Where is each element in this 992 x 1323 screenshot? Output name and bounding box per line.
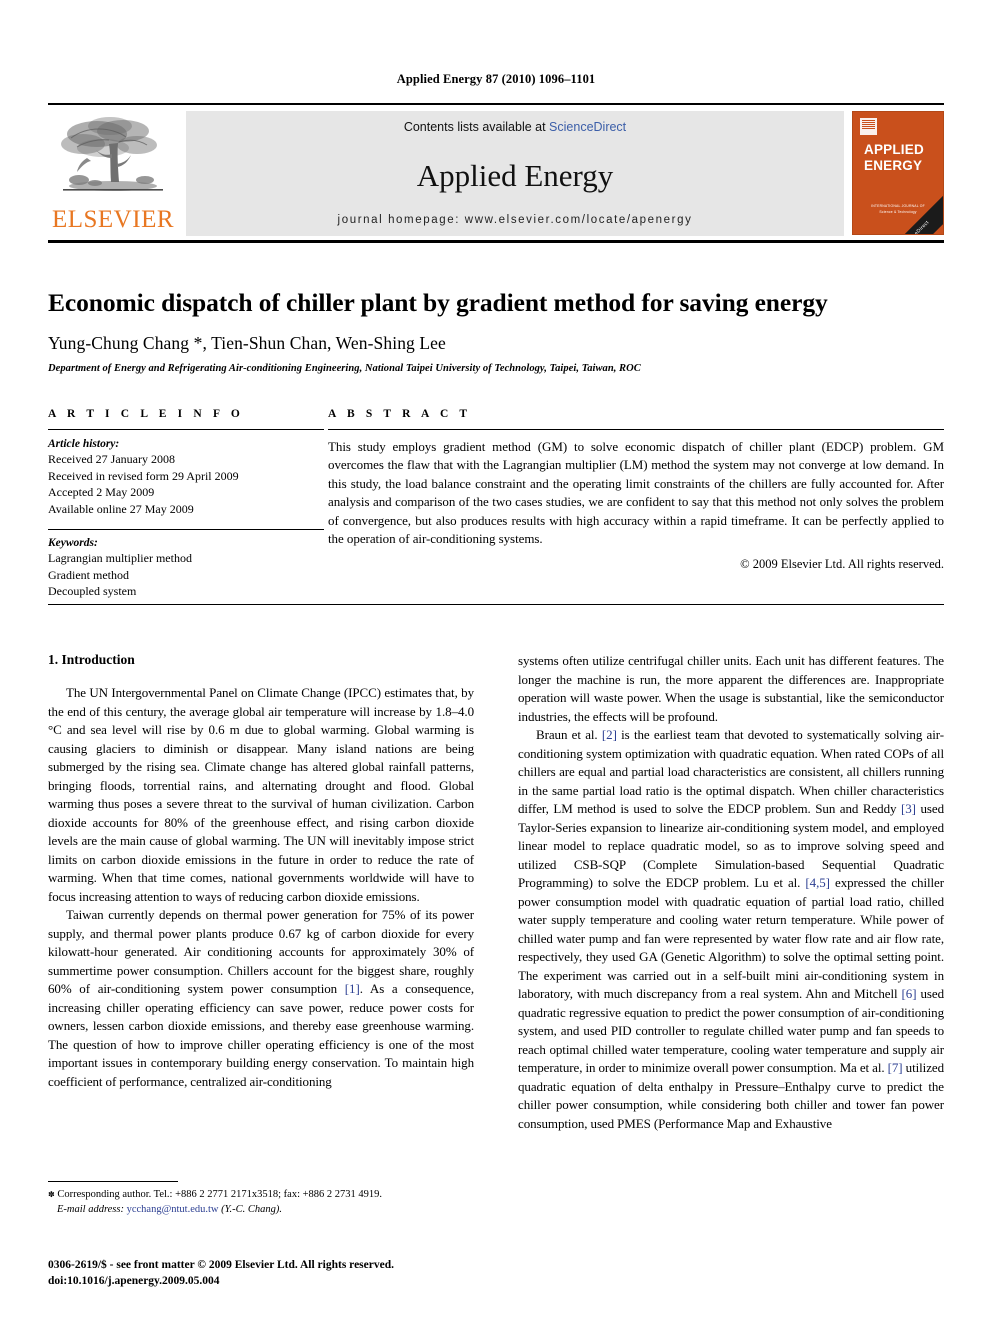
email-label: E-mail address:	[57, 1204, 127, 1216]
journal-homepage[interactable]: journal homepage: www.elsevier.com/locat…	[338, 214, 693, 226]
history-item: Received 27 January 2008	[48, 452, 175, 466]
contents-prefix: Contents lists available at	[403, 120, 550, 134]
elsevier-tree-icon	[61, 117, 163, 191]
paragraph: Braun et al. [2] is the earliest team th…	[518, 726, 944, 1133]
corresponding-author-note: ✽ Corresponding author. Tel.: +886 2 277…	[48, 1187, 474, 1202]
keyword-item: Decoupled system	[48, 584, 137, 599]
left-column: 1. Introduction The UN Intergovernmental…	[48, 652, 474, 1133]
history-item: Available online 27 May 2009	[48, 501, 194, 516]
history-item: Accepted 2 May 2009	[48, 485, 155, 500]
email-suffix: (Y.-C. Chang).	[218, 1204, 283, 1216]
divider	[48, 429, 324, 430]
citation-ref[interactable]: [2]	[602, 727, 617, 742]
citation-ref[interactable]: [6]	[902, 986, 917, 1001]
section-title-introduction: 1. Introduction	[48, 652, 135, 667]
abstract-copyright: © 2009 Elsevier Ltd. All rights reserved…	[740, 556, 944, 571]
paper-title: Economic dispatch of chiller plant by gr…	[48, 288, 828, 317]
issn-line: 0306-2619/$ - see front matter © 2009 El…	[48, 1259, 394, 1271]
history-item: Received in revised form 29 April 2009	[48, 468, 239, 483]
paragraph-part: Braun et al.	[536, 727, 602, 743]
cover-title-line1: APPLIED	[864, 142, 924, 157]
right-column: systems often utilize centrifugal chille…	[518, 652, 944, 1133]
citation-ref[interactable]: [4,5]	[805, 875, 830, 890]
journal-cover-thumbnail: APPLIED ENERGY INTERNATIONAL JOURNAL OF …	[852, 111, 944, 235]
email-link[interactable]: ycchang@ntut.edu.tw	[127, 1204, 219, 1215]
cover-title: APPLIED ENERGY	[864, 142, 924, 173]
paragraph: systems often utilize centrifugal chille…	[518, 653, 944, 724]
email-note: E-mail address: ycchang@ntut.edu.tw (Y.-…	[48, 1202, 474, 1217]
issn-doi-block: 0306-2619/$ - see front matter © 2009 El…	[48, 1258, 548, 1289]
paragraph: The UN Intergovernmental Panel on Climat…	[48, 685, 474, 904]
citation-ref[interactable]: [3]	[901, 801, 916, 816]
elsevier-logo-block: ELSEVIER	[48, 111, 178, 236]
doi-line[interactable]: doi:10.1016/j.apenergy.2009.05.004	[48, 1274, 548, 1290]
journal-cover-block: APPLIED ENERGY INTERNATIONAL JOURNAL OF …	[844, 111, 944, 236]
citation-ref[interactable]: [7]	[888, 1060, 903, 1075]
elsevier-wordmark: ELSEVIER	[51, 206, 175, 233]
contents-available-line: Contents lists available at ScienceDirec…	[404, 120, 626, 134]
corresponding-author-text: Corresponding author. Tel.: +886 2 2771 …	[57, 1189, 383, 1200]
cover-title-line2: ENERGY	[864, 157, 923, 173]
journal-masthead: ELSEVIER Contents lists available at Sci…	[48, 103, 944, 243]
article-history-label: Article history:	[48, 438, 120, 450]
keyword-item: Gradient method	[48, 567, 129, 582]
title-block: Economic dispatch of chiller plant by gr…	[48, 288, 944, 374]
article-info-column: A R T I C L E I N F O Article history: R…	[48, 408, 324, 600]
paper-page: Applied Energy 87 (2010) 1096–1101 ELSEV…	[0, 0, 992, 1323]
elsevier-mark-icon	[860, 118, 877, 135]
divider	[48, 529, 324, 531]
keyword-item: Lagrangian multiplier method	[48, 551, 192, 566]
affiliation: Department of Energy and Refrigerating A…	[48, 363, 641, 375]
info-abstract-row: A R T I C L E I N F O Article history: R…	[48, 408, 944, 600]
paragraph-part: . As a consequence, increasing chiller o…	[48, 981, 475, 1089]
abstract-column: A B S T R A C T This study employs gradi…	[328, 408, 944, 600]
cover-ribbon-label: ScienceDirect	[901, 219, 931, 235]
keywords-label: Keywords:	[48, 537, 98, 550]
divider	[48, 604, 944, 605]
article-info-heading: A R T I C L E I N F O	[48, 408, 244, 420]
body-columns: 1. Introduction The UN Intergovernmental…	[48, 652, 944, 1133]
paragraph-part: expressed the chiller power consumption …	[518, 875, 944, 1002]
footnote-divider	[48, 1181, 178, 1182]
abstract-text: This study employs gradient method (GM) …	[328, 439, 944, 547]
author-list: Yung-Chung Chang *, Tien-Shun Chan, Wen-…	[48, 333, 446, 354]
paragraph: Taiwan currently depends on thermal powe…	[48, 906, 474, 1091]
running-head: Applied Energy 87 (2010) 1096–1101	[396, 72, 596, 86]
journal-band: Contents lists available at ScienceDirec…	[186, 111, 844, 236]
bullet-icon: ✽	[48, 1189, 55, 1199]
divider	[328, 429, 944, 430]
footnote-area: ✽ Corresponding author. Tel.: +886 2 277…	[48, 1181, 474, 1217]
abstract-heading: A B S T R A C T	[328, 408, 472, 420]
journal-title: Applied Energy	[416, 157, 614, 193]
sciencedirect-link[interactable]: ScienceDirect	[549, 120, 626, 134]
citation-ref[interactable]: [1]	[345, 981, 360, 996]
